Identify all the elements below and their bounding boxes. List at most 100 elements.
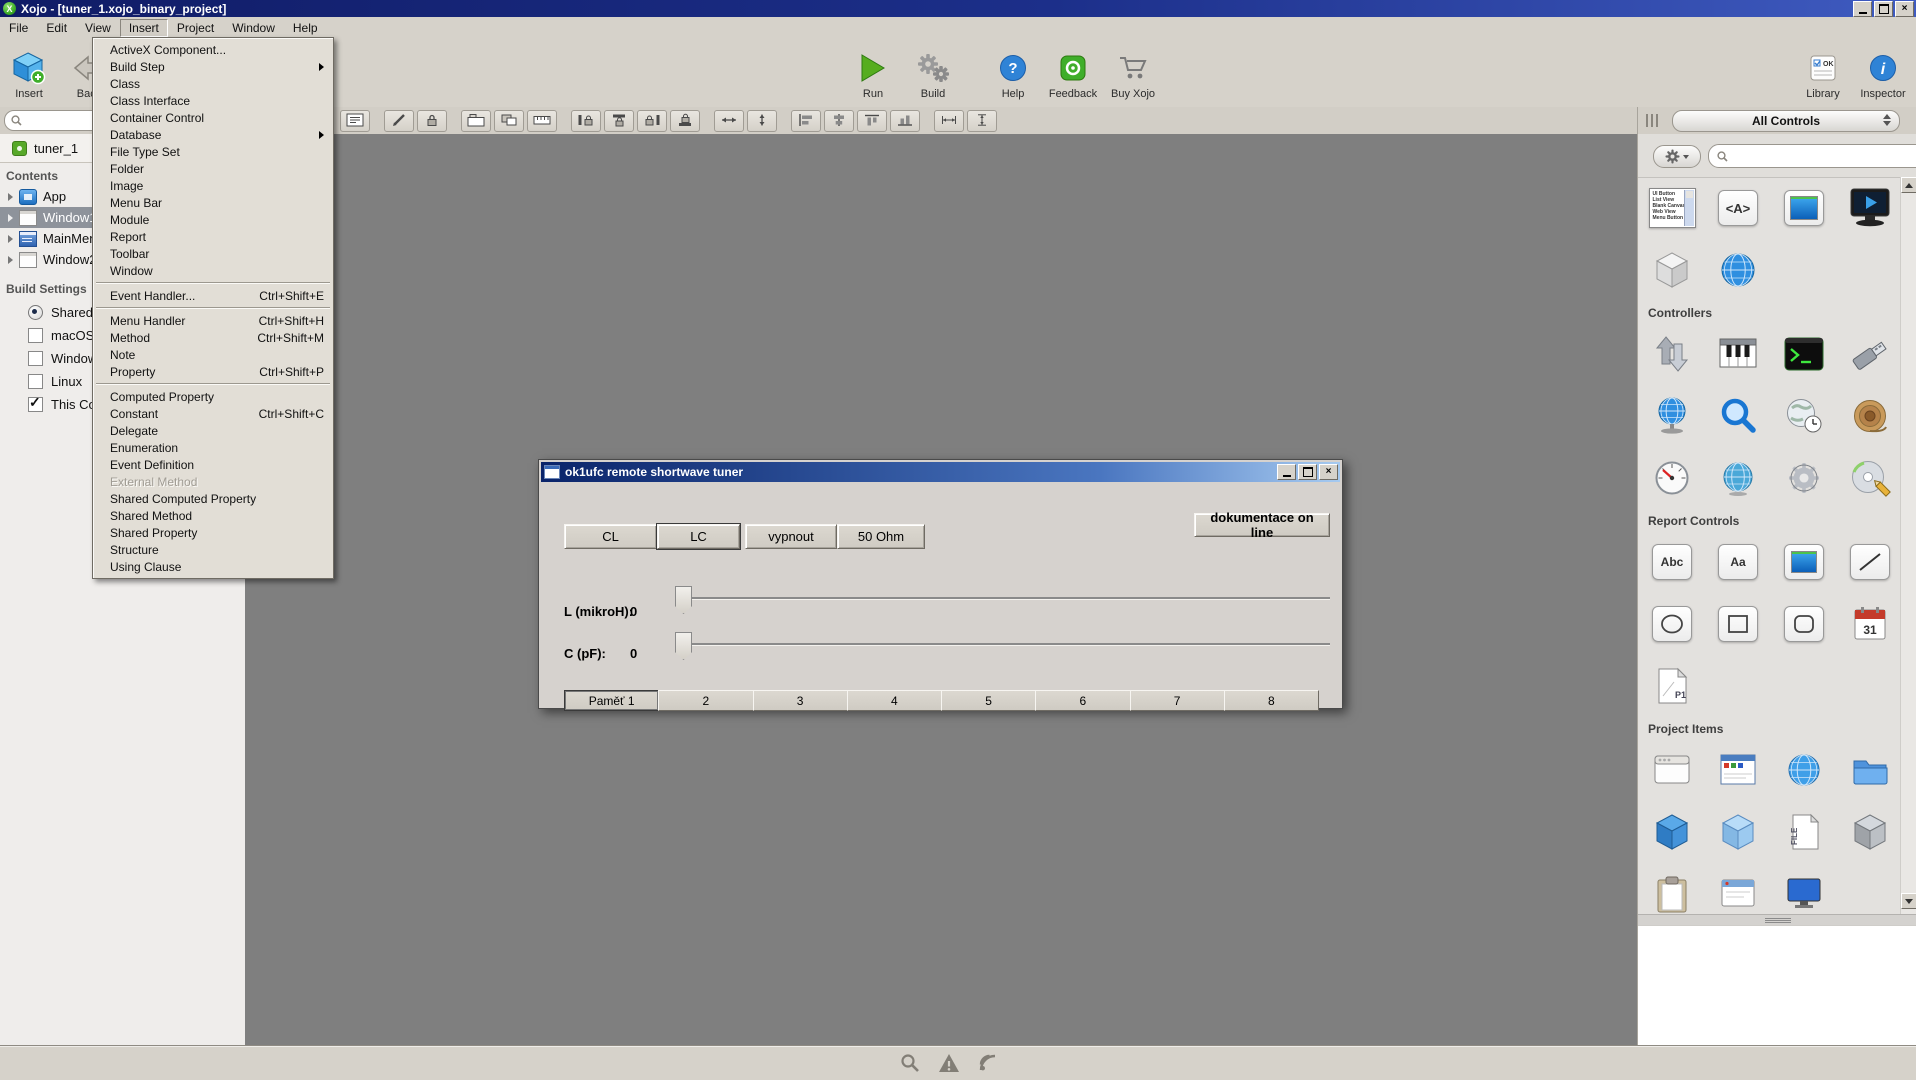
designed-window-titlebar[interactable]: ok1ufc remote shortwave tuner × (541, 462, 1340, 482)
library-search-input[interactable] (1732, 149, 1896, 163)
library-item-usb-device[interactable] (1840, 326, 1900, 382)
mode-button-50-ohm[interactable]: 50 Ohm (837, 524, 925, 549)
designed-window[interactable]: ok1ufc remote shortwave tuner × CLLCvypn… (538, 459, 1343, 709)
align-bottom-tool-button[interactable] (890, 110, 920, 132)
form-maximize-button[interactable] (1298, 464, 1317, 480)
insert-menu-item-database[interactable]: Database (94, 126, 332, 143)
align-center-tool-button[interactable] (824, 110, 854, 132)
library-item-double-arrows[interactable] (1642, 326, 1702, 382)
slider-c-track[interactable] (691, 643, 1330, 645)
memory-button-6[interactable]: 6 (1035, 690, 1130, 711)
insert-menu-item-container-control[interactable]: Container Control (94, 109, 332, 126)
lock-left-tool-button[interactable] (571, 110, 601, 132)
lock-bottom-tool-button[interactable] (670, 110, 700, 132)
inspector-button[interactable]: iInspector (1856, 42, 1910, 102)
insert-menu-item-report[interactable]: Report (94, 228, 332, 245)
library-item-speedometer[interactable] (1642, 450, 1702, 506)
tab-panel-tool-button[interactable] (461, 110, 491, 132)
library-item-globe-stand[interactable] (1642, 388, 1702, 444)
memory-button-5[interactable]: 5 (941, 690, 1036, 711)
library-item-report-oval[interactable] (1642, 596, 1702, 652)
library-item-item-clipboard[interactable] (1642, 866, 1702, 914)
space-vertical-tool-button[interactable] (747, 110, 777, 132)
app-close-button[interactable]: × (1895, 1, 1914, 17)
scroll-down-button[interactable] (1901, 893, 1916, 909)
lock-tool-button[interactable] (417, 110, 447, 132)
measure-width-tool-button[interactable] (934, 110, 964, 132)
insert-menu-item-module[interactable]: Module (94, 211, 332, 228)
memory-button-8[interactable]: 8 (1224, 690, 1319, 711)
insert-menu-item-event-handler[interactable]: Event Handler...Ctrl+Shift+E (94, 287, 332, 304)
build-button[interactable]: Build (906, 42, 960, 102)
library-item-report-roundrect[interactable] (1774, 596, 1834, 652)
help-button[interactable]: ?Help (986, 42, 1040, 102)
space-horizontal-tool-button[interactable] (714, 110, 744, 132)
library-item-calendar[interactable]: 31 (1840, 596, 1900, 652)
menu-window[interactable]: Window (223, 19, 284, 37)
slider-l-thumb[interactable] (675, 586, 692, 614)
library-search-field[interactable] (1708, 144, 1916, 168)
memory-button-3[interactable]: 3 (753, 690, 848, 711)
insert-menu-item-image[interactable]: Image (94, 177, 332, 194)
insert-menu-item-computed-property[interactable]: Computed Property (94, 388, 332, 405)
menu-file[interactable]: File (0, 19, 37, 37)
library-item-listbox[interactable]: UI ButtonList ViewBlank CanvasWeb ViewMe… (1642, 180, 1702, 236)
lock-top-tool-button[interactable] (604, 110, 634, 132)
library-item-globe-clock[interactable] (1774, 388, 1834, 444)
insert-button[interactable]: Insert (2, 42, 56, 102)
warning-status-icon[interactable] (938, 1053, 960, 1076)
app-maximize-button[interactable] (1874, 1, 1893, 17)
insert-menu-item-method[interactable]: MethodCtrl+Shift+M (94, 329, 332, 346)
disclosure-triangle-icon[interactable] (8, 193, 13, 201)
insert-menu-item-activex-component[interactable]: ActiveX Component... (94, 41, 332, 58)
radio-shared[interactable] (28, 305, 43, 320)
insert-menu-item-shared-computed-property[interactable]: Shared Computed Property (94, 490, 332, 507)
memory-button-7[interactable]: 7 (1130, 690, 1225, 711)
tab-order-tool-button[interactable] (340, 110, 370, 132)
search-status-icon[interactable] (900, 1053, 920, 1076)
menu-project[interactable]: Project (168, 19, 223, 37)
library-item-globe-small[interactable] (1708, 450, 1768, 506)
insert-menu-item-window[interactable]: Window (94, 262, 332, 279)
checkbox-this-computer[interactable] (28, 397, 43, 412)
menu-view[interactable]: View (76, 19, 120, 37)
library-item-piano-keys[interactable] (1708, 326, 1768, 382)
lock-right-tool-button[interactable] (637, 110, 667, 132)
insert-menu-item-menu-bar[interactable]: Menu Bar (94, 194, 332, 211)
library-item-item-interface[interactable] (1708, 804, 1768, 860)
menu-help[interactable]: Help (284, 19, 327, 37)
library-item-movie-player[interactable] (1840, 180, 1900, 236)
menu-insert[interactable]: Insert (120, 19, 168, 37)
library-item-report-page[interactable]: P1 (1642, 658, 1702, 714)
checkbox-windows[interactable] (28, 351, 43, 366)
library-item-item-folder[interactable] (1840, 742, 1900, 798)
insert-menu-item-folder[interactable]: Folder (94, 160, 332, 177)
insert-menu-item-shared-method[interactable]: Shared Method (94, 507, 332, 524)
library-item-web-globe[interactable] (1708, 242, 1768, 298)
z-order-tool-button[interactable] (494, 110, 524, 132)
library-scrollbar[interactable] (1900, 177, 1916, 914)
library-item-item-module[interactable] (1840, 804, 1900, 860)
slider-c-thumb[interactable] (675, 632, 692, 660)
mode-button-vypnout[interactable]: vypnout (745, 524, 837, 549)
insert-menu-item-constant[interactable]: ConstantCtrl+Shift+C (94, 405, 332, 422)
library-item-wire-spool[interactable] (1840, 388, 1900, 444)
library-item-generic-object[interactable] (1642, 242, 1702, 298)
library-item-report-picture[interactable] (1774, 534, 1834, 590)
memory-button-2[interactable]: 2 (658, 690, 753, 711)
feedback-button[interactable]: Feedback (1046, 42, 1100, 102)
library-item-item-window[interactable] (1642, 742, 1702, 798)
align-left-tool-button[interactable] (791, 110, 821, 132)
insert-menu-item-menu-handler[interactable]: Menu HandlerCtrl+Shift+H (94, 312, 332, 329)
library-item-item-app[interactable] (1708, 866, 1768, 914)
insert-menu-item-shared-property[interactable]: Shared Property (94, 524, 332, 541)
library-item-terminal[interactable] (1774, 326, 1834, 382)
insert-menu-item-delegate[interactable]: Delegate (94, 422, 332, 439)
library-gear-button[interactable] (1653, 145, 1701, 168)
insert-menu-item-build-step[interactable]: Build Step (94, 58, 332, 75)
insert-menu-item-class[interactable]: Class (94, 75, 332, 92)
checkbox-linux[interactable] (28, 374, 43, 389)
mode-button-cl[interactable]: CL (564, 524, 657, 549)
memory-button-pam-1[interactable]: Paměť 1 (564, 690, 659, 711)
library-item-imagewell[interactable] (1774, 180, 1834, 236)
